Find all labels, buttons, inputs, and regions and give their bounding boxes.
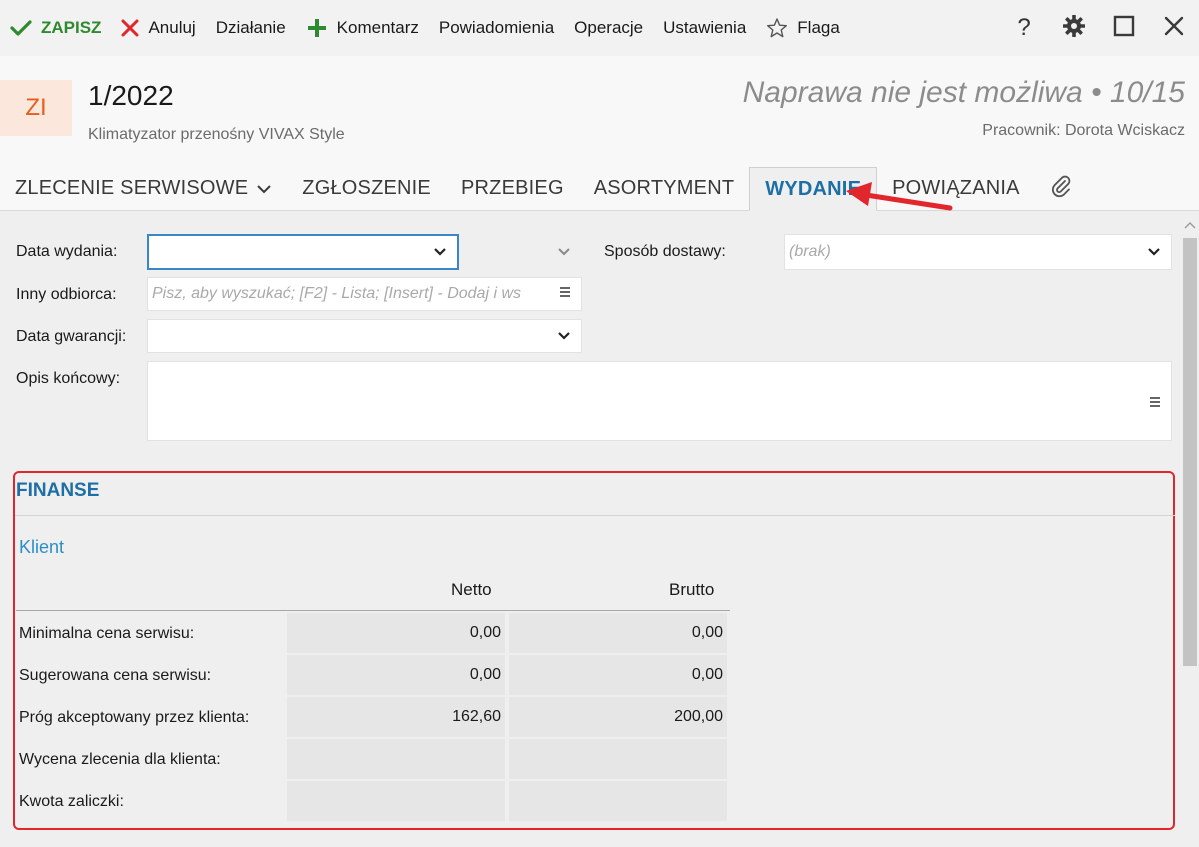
advance-amount-label: Kwota zaliczki: bbox=[19, 793, 124, 810]
action-label: Działanie bbox=[215, 18, 286, 37]
settings-button[interactable]: Ustawienia bbox=[663, 0, 746, 56]
maximize-button[interactable] bbox=[1099, 0, 1149, 56]
settings-label: Ustawienia bbox=[663, 18, 747, 37]
flag-label: Flaga bbox=[797, 18, 840, 37]
scrollbar-thumb[interactable] bbox=[1183, 238, 1197, 666]
red-arrow-annotation bbox=[846, 182, 953, 211]
star-icon bbox=[766, 17, 788, 39]
close-x-icon bbox=[121, 19, 139, 37]
delivery-method-select[interactable]: (brak) bbox=[784, 234, 1172, 270]
finance-divider bbox=[15, 515, 1175, 516]
final-description-label: Opis końcowy: bbox=[16, 370, 121, 387]
suggested-price-net[interactable]: 0,00 bbox=[287, 655, 505, 695]
close-window-icon bbox=[1163, 15, 1185, 42]
operations-button[interactable]: Operacje bbox=[574, 0, 643, 56]
tab-label: ZGŁOSZENIE bbox=[302, 177, 431, 199]
gear-button[interactable] bbox=[1049, 0, 1099, 56]
tab-bar: ZLECENIE SERWISOWE ZGŁOSZENIE PRZEBIEG A… bbox=[0, 167, 1199, 211]
maximize-icon bbox=[1113, 15, 1135, 42]
tab-label: ASORTYMENT bbox=[593, 177, 735, 199]
menu-lines-icon[interactable] bbox=[1149, 395, 1161, 413]
gross-column-header: Brutto bbox=[669, 580, 715, 599]
warranty-date-field[interactable] bbox=[147, 319, 582, 353]
order-valuation-net[interactable] bbox=[287, 739, 505, 779]
document-subtitle: Klimatyzator przenośny VIVAX Style bbox=[88, 126, 345, 143]
document-type-badge: ZI bbox=[0, 80, 72, 136]
chevron-down-icon bbox=[1147, 247, 1161, 257]
assigned-worker: Pracownik: Dorota Wciskacz bbox=[982, 122, 1185, 139]
finance-title: FINANSE bbox=[16, 480, 100, 501]
plus-icon bbox=[306, 17, 328, 39]
help-label: ? bbox=[1017, 14, 1031, 41]
chevron-down-icon bbox=[256, 183, 272, 195]
scroll-up-arrow[interactable] bbox=[1183, 218, 1197, 232]
cancel-button[interactable]: Anuluj bbox=[121, 0, 196, 56]
issue-date-label: Data wydania: bbox=[16, 243, 118, 260]
save-label: ZAPISZ bbox=[41, 18, 102, 37]
close-window-button[interactable] bbox=[1149, 0, 1199, 56]
help-button[interactable]: ? bbox=[999, 0, 1049, 56]
suggested-price-label: Sugerowana cena serwisu: bbox=[19, 667, 212, 684]
gear-icon bbox=[1062, 14, 1086, 43]
tab-attachments[interactable] bbox=[1035, 167, 1087, 210]
accepted-threshold-net[interactable]: 162,60 bbox=[287, 697, 505, 737]
suggested-price-gross[interactable]: 0,00 bbox=[509, 655, 727, 695]
finance-client-link[interactable]: Klient bbox=[19, 537, 64, 558]
issue-date-field[interactable] bbox=[147, 234, 459, 270]
flag-button[interactable]: Flaga bbox=[766, 0, 840, 56]
notifications-label: Powiadomienia bbox=[438, 18, 555, 37]
accepted-threshold-gross[interactable]: 200,00 bbox=[509, 697, 727, 737]
min-price-gross[interactable]: 0,00 bbox=[509, 613, 727, 653]
chevron-down-icon bbox=[433, 247, 447, 257]
tab-label: ZLECENIE SERWISOWE bbox=[15, 177, 249, 199]
min-price-net[interactable]: 0,00 bbox=[287, 613, 505, 653]
other-recipient-input[interactable]: Pisz, aby wyszukać; [F2] - Lista; [Inser… bbox=[147, 277, 582, 311]
delivery-method-label: Sposób dostawy: bbox=[604, 243, 726, 260]
advance-amount-gross[interactable] bbox=[509, 781, 727, 821]
chevron-down-icon bbox=[557, 247, 571, 257]
action-menu-button[interactable]: Działanie bbox=[216, 0, 286, 56]
tab-label: PRZEBIEG bbox=[460, 177, 564, 199]
chevron-down-icon bbox=[557, 331, 571, 341]
order-valuation-label: Wycena zlecenia dla klienta: bbox=[19, 751, 221, 768]
document-number: 1/2022 bbox=[88, 80, 174, 111]
other-recipient-label: Inny odbiorca: bbox=[16, 286, 117, 303]
operations-label: Operacje bbox=[574, 18, 644, 37]
accepted-threshold-label: Próg akceptowany przez klienta: bbox=[19, 709, 250, 726]
advance-amount-net[interactable] bbox=[287, 781, 505, 821]
menu-lines-icon[interactable] bbox=[559, 285, 571, 303]
warranty-date-label: Data gwarancji: bbox=[16, 328, 127, 345]
toolbar: ZAPISZ Anuluj Działanie Komentarz Powiad… bbox=[0, 0, 1199, 56]
order-valuation-gross[interactable] bbox=[509, 739, 727, 779]
cancel-label: Anuluj bbox=[148, 18, 196, 37]
comment-button[interactable]: Komentarz bbox=[306, 0, 419, 56]
tab-report[interactable]: ZGŁOSZENIE bbox=[287, 167, 446, 210]
document-status: Naprawa nie jest możliwa • 10/15 bbox=[742, 76, 1185, 109]
finance-header-divider bbox=[16, 610, 730, 611]
net-column-header: Netto bbox=[451, 580, 492, 599]
save-button[interactable]: ZAPISZ bbox=[10, 0, 101, 56]
tab-progress[interactable]: PRZEBIEG bbox=[446, 167, 579, 210]
document-header: ZI 1/2022 Klimatyzator przenośny VIVAX S… bbox=[0, 56, 1199, 168]
comment-label: Komentarz bbox=[336, 18, 419, 37]
tab-service-order[interactable]: ZLECENIE SERWISOWE bbox=[0, 167, 287, 210]
notifications-button[interactable]: Powiadomienia bbox=[439, 0, 554, 56]
other-recipient-placeholder: Pisz, aby wyszukać; [F2] - Lista; [Inser… bbox=[152, 285, 521, 302]
tab-assortment[interactable]: ASORTYMENT bbox=[579, 167, 750, 210]
check-icon bbox=[10, 19, 32, 37]
paperclip-icon bbox=[1050, 173, 1072, 205]
delivery-method-value: (brak) bbox=[789, 243, 831, 260]
min-price-label: Minimalna cena serwisu: bbox=[19, 625, 195, 642]
window-controls: ? bbox=[999, 0, 1199, 56]
issue-time-field[interactable] bbox=[459, 234, 582, 270]
final-description-textarea[interactable] bbox=[147, 361, 1172, 441]
